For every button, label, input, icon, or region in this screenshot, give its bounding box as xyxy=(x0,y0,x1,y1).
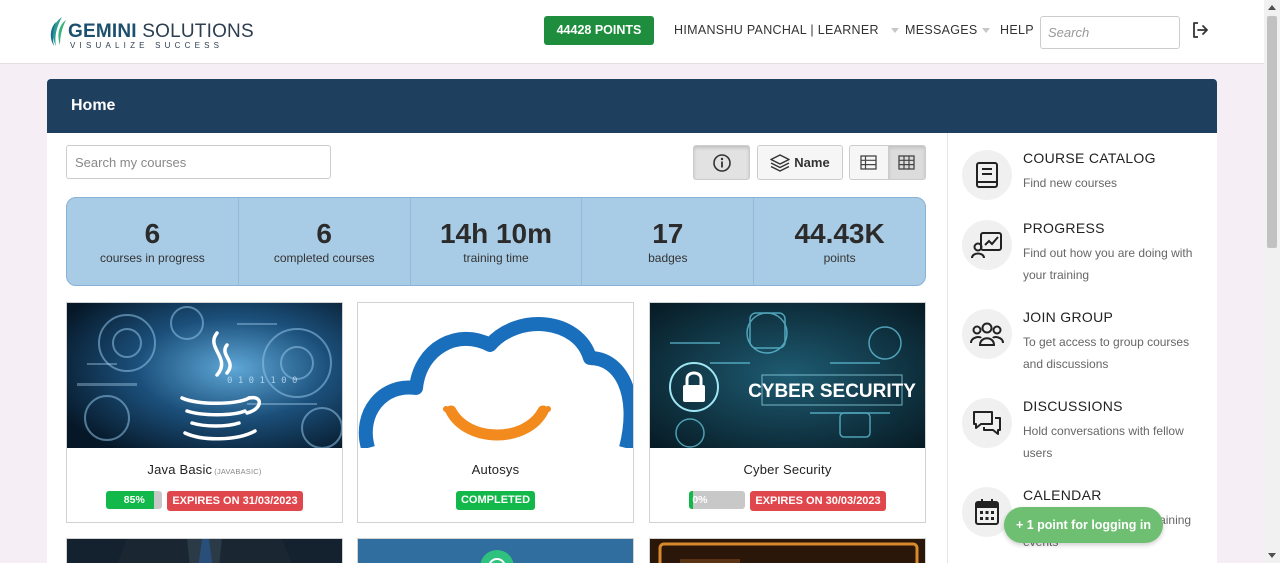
scroll-down-arrow-icon[interactable] xyxy=(1268,553,1276,558)
stat-value: 6 xyxy=(144,218,161,249)
cyber-security-image-text: CYBER SECURITY xyxy=(748,381,916,402)
list-view-button[interactable] xyxy=(850,146,888,179)
messages-menu[interactable]: MESSAGES xyxy=(905,23,990,37)
grid-view-icon xyxy=(898,155,915,170)
stat-value: 6 xyxy=(316,218,332,249)
autosys-course-image xyxy=(358,303,633,448)
course-search-input[interactable] xyxy=(66,145,331,179)
completed-badge: COMPLETED xyxy=(455,491,536,510)
book-icon xyxy=(962,150,1012,200)
sidebar-item-join-group[interactable]: JOIN GROUP To get access to group course… xyxy=(962,309,1212,385)
course-image-partial xyxy=(358,539,633,563)
scrollbar-thumb[interactable] xyxy=(1267,16,1277,248)
stat-courses-in-progress: 6 courses in progress xyxy=(67,198,239,285)
messages-label: MESSAGES xyxy=(905,23,978,37)
sidebar-item-title: CALENDAR xyxy=(1023,487,1102,503)
user-menu[interactable]: HIMANSHU PANCHAL | LEARNER xyxy=(674,23,899,37)
course-card-autosys[interactable]: Autosys COMPLETED xyxy=(357,302,634,523)
stats-summary: 6 courses in progress 6 completed course… xyxy=(66,197,926,286)
course-status: 85% EXPIRES ON 31/03/2023 xyxy=(67,491,342,511)
points-button[interactable]: 44428 POINTS xyxy=(544,16,654,45)
course-title: Autosys xyxy=(471,462,520,477)
help-link[interactable]: HELP xyxy=(1000,23,1034,37)
user-name: HIMANSHU PANCHAL xyxy=(674,23,807,37)
view-mode-toggle xyxy=(849,145,926,180)
global-search-input[interactable] xyxy=(1040,16,1180,49)
sidebar-item-title: DISCUSSIONS xyxy=(1023,398,1123,414)
user-separator: | xyxy=(806,23,818,37)
sidebar-item-progress[interactable]: PROGRESS Find out how you are doing with… xyxy=(962,220,1212,296)
layers-icon xyxy=(770,153,791,172)
leaf-logo-icon xyxy=(50,17,66,46)
course-card-partial[interactable] xyxy=(649,538,926,563)
stat-label: training time xyxy=(463,251,529,265)
cyber-security-course-image: CYBER SECURITY xyxy=(650,303,925,448)
progress-label: 85% xyxy=(123,494,145,506)
info-icon xyxy=(712,153,731,172)
info-toggle-button[interactable] xyxy=(693,145,750,180)
course-status: 0% EXPIRES ON 30/03/2023 xyxy=(650,491,925,511)
users-group-icon xyxy=(962,309,1012,359)
logo-tagline: VISUALIZE SUCCESS xyxy=(70,41,224,50)
stat-training-time: 14h 10m training time xyxy=(411,198,583,285)
course-status: COMPLETED xyxy=(358,491,633,510)
course-title: Cyber Security xyxy=(743,462,832,477)
business-course-image xyxy=(67,539,342,563)
chevron-down-icon xyxy=(981,28,990,34)
progress-bar: 0% xyxy=(689,491,746,509)
sidebar-item-title: JOIN GROUP xyxy=(1023,309,1114,325)
stat-points: 44.43K points xyxy=(754,198,925,285)
stat-label: courses in progress xyxy=(100,251,205,265)
course-card-cyber-security[interactable]: CYBER SECURITY Cyber Security 0% EXPIRES… xyxy=(649,302,926,523)
scroll-up-arrow-icon[interactable] xyxy=(1268,5,1276,10)
course-card-partial[interactable] xyxy=(66,538,343,563)
stat-badges: 17 badges xyxy=(582,198,755,285)
logo-wordmark: GEMINI SOLUTIONS xyxy=(68,21,254,42)
java-course-image: 0 1 0 1 1 0 0 xyxy=(67,303,342,448)
stat-label: points xyxy=(823,251,856,265)
sidebar-item-desc: Hold conversations with fellow users xyxy=(1023,424,1184,460)
page-scrollbar[interactable] xyxy=(1264,0,1280,563)
sidebar-item-desc: To get access to group courses and discu… xyxy=(1023,335,1190,371)
course-code: (JAVABASIC) xyxy=(214,467,262,476)
stat-label: badges xyxy=(648,251,688,265)
sidebar-item-title: PROGRESS xyxy=(1023,220,1105,236)
stat-completed-courses: 6 completed courses xyxy=(239,198,411,285)
sidebar-item-desc: Find new courses xyxy=(1023,176,1118,190)
page-title: Home xyxy=(47,79,1217,133)
course-card-java-basic[interactable]: 0 1 0 1 1 0 0 Java Basic (JAVABASIC) 85% … xyxy=(66,302,343,523)
expiry-badge: EXPIRES ON 31/03/2023 xyxy=(167,491,303,511)
progress-chart-icon xyxy=(962,220,1012,270)
list-view-icon xyxy=(860,155,877,170)
sidebar-item-title: COURSE CATALOG xyxy=(1023,150,1156,166)
course-title-text: Java Basic xyxy=(147,462,213,477)
chevron-down-icon xyxy=(890,28,899,34)
stat-value: 14h 10m xyxy=(439,218,553,249)
stat-value: 17 xyxy=(652,218,684,249)
gemini-solutions-logo[interactable]: GEMINI SOLUTIONS VISUALIZE SUCCESS xyxy=(48,14,254,52)
course-card-partial[interactable] xyxy=(357,538,634,563)
sidebar-item-course-catalog[interactable]: COURSE CATALOG Find new courses xyxy=(962,150,1212,206)
top-navbar: GEMINI SOLUTIONS VISUALIZE SUCCESS 44428… xyxy=(0,0,1264,64)
progress-bar: 85% xyxy=(106,491,163,509)
stat-label: completed courses xyxy=(273,251,375,265)
sidebar-item-discussions[interactable]: DISCUSSIONS Hold conversations with fell… xyxy=(962,398,1212,474)
sort-by-name-button[interactable]: Name xyxy=(757,145,843,180)
chat-bubbles-icon xyxy=(962,398,1012,448)
quick-links-sidebar: COURSE CATALOG Find new courses PROGRESS… xyxy=(947,133,1217,563)
svg-text:0 1 0 1 1 0 0: 0 1 0 1 1 0 0 xyxy=(227,376,297,386)
logout-icon[interactable] xyxy=(1190,20,1210,40)
course-title: Java Basic (JAVABASIC) xyxy=(67,462,342,477)
sort-label: Name xyxy=(794,155,830,170)
login-points-toast[interactable]: + 1 point for logging in xyxy=(1004,507,1163,543)
user-role: LEARNER xyxy=(817,23,879,37)
grid-view-button[interactable] xyxy=(887,146,925,179)
progress-label: 0% xyxy=(692,494,708,506)
course-image-partial xyxy=(650,539,925,563)
stat-value: 44.43K xyxy=(794,218,885,249)
expiry-badge: EXPIRES ON 30/03/2023 xyxy=(750,491,886,511)
home-panel: Home Name xyxy=(47,79,1217,563)
sidebar-item-desc: Find out how you are doing with your tra… xyxy=(1023,246,1193,282)
